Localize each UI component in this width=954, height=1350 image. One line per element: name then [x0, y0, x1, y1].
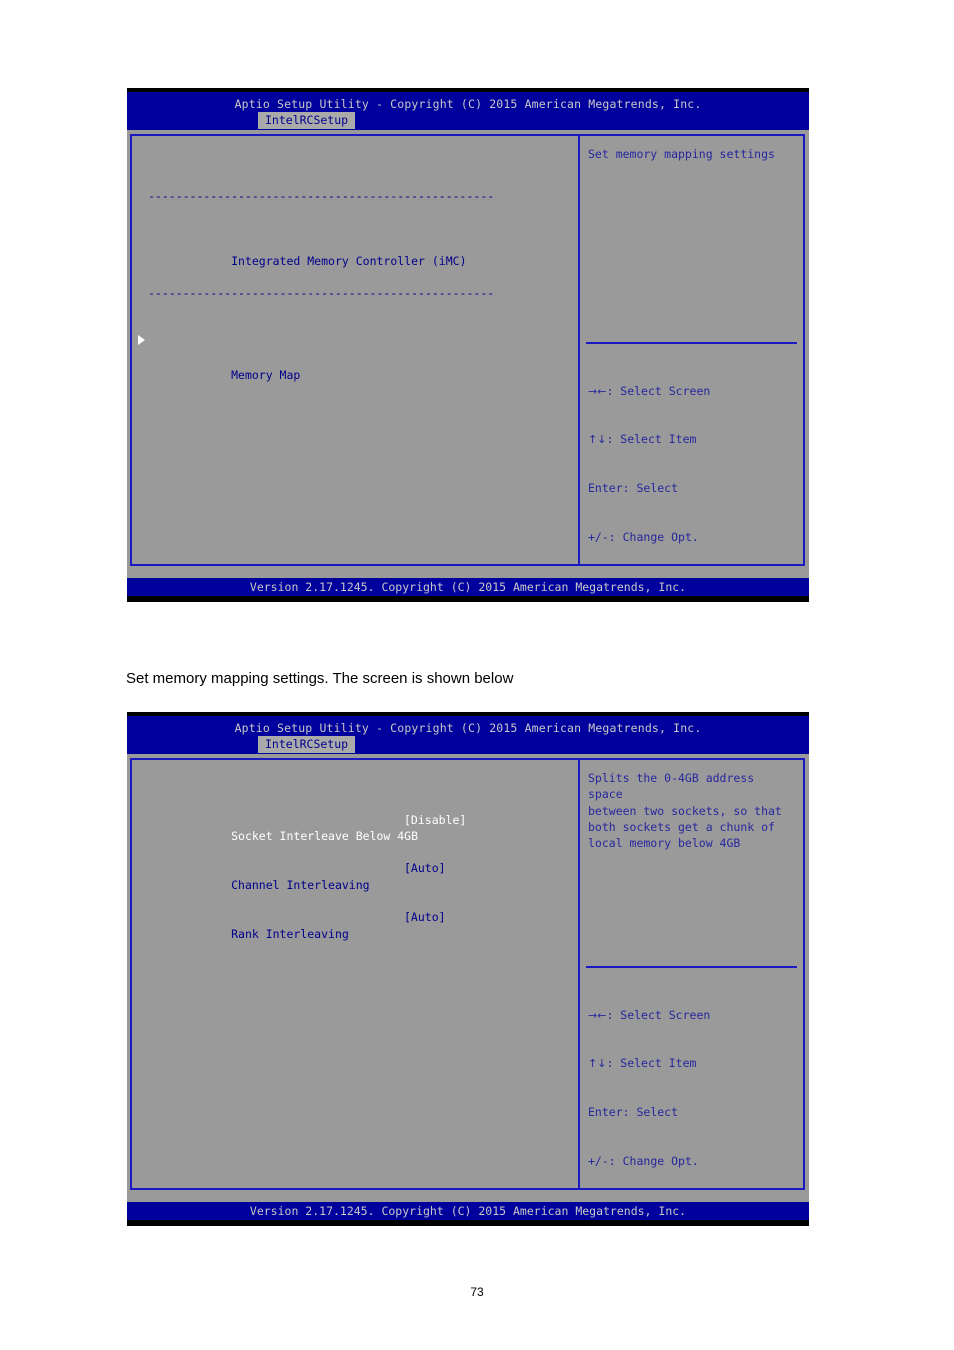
legend-select-screen-2: →←: Select Screen: [588, 1007, 740, 1023]
screen2-panel-frame: Socket Interleave Below 4GB [Disable] Ch…: [130, 758, 805, 1190]
screen2-left-panel: Socket Interleave Below 4GB [Disable] Ch…: [132, 760, 580, 1188]
arrow-updown-icon-2: ↑↓: [588, 1057, 607, 1071]
screen2-title: Aptio Setup Utility - Copyright (C) 2015…: [234, 721, 702, 735]
legend-select-item-2: ↑↓: Select Item: [588, 1055, 740, 1071]
screen2-header: Aptio Setup Utility - Copyright (C) 2015…: [127, 716, 809, 754]
screen2-key-legend: →←: Select Screen ↑↓: Select Item Enter:…: [588, 974, 740, 1188]
legend-enter: Enter: Select: [588, 480, 740, 496]
screen2-footer: Version 2.17.1245. Copyright (C) 2015 Am…: [127, 1202, 809, 1220]
arrow-updown-icon: ↑↓: [588, 433, 607, 447]
submenu-arrow-icon: [138, 335, 145, 346]
screen2-tabbar: IntelRCSetup: [127, 736, 809, 753]
legend-changeopt-2: +/-: Change Opt.: [588, 1153, 740, 1169]
screen2-body: Socket Interleave Below 4GB [Disable] Ch…: [127, 754, 809, 1202]
setting-channel-interleaving[interactable]: Channel Interleaving [Auto]: [148, 860, 578, 891]
setting-socket-interleave-below-4gb-label: Socket Interleave Below 4GB: [231, 828, 419, 843]
setting-socket-interleave-below-4gb-value[interactable]: [Disable]: [404, 812, 466, 828]
legend-changeopt-label-2: : Change Opt.: [608, 1154, 699, 1169]
section-title-label: Integrated Memory Controller (iMC): [231, 253, 467, 268]
screen1-panel-frame: ----------------------------------------…: [130, 134, 805, 566]
legend-enter-label: : Select: [622, 481, 679, 496]
screen1-footer: Version 2.17.1245. Copyright (C) 2015 Am…: [127, 578, 809, 596]
screen1-tabbar: IntelRCSetup: [127, 112, 809, 129]
legend-enter-key-2: Enter: [588, 1105, 623, 1120]
screen1-title: Aptio Setup Utility - Copyright (C) 2015…: [234, 97, 702, 111]
screen2-option-list: Socket Interleave Below 4GB [Disable] Ch…: [132, 760, 578, 958]
screen1-body: ----------------------------------------…: [127, 130, 809, 578]
legend-enter-key: Enter: [588, 481, 623, 496]
tab-intelrcsetup-2[interactable]: IntelRCSetup: [258, 736, 356, 753]
screen1-help-text: Set memory mapping settings: [588, 147, 775, 161]
legend-changeopt: +/-: Change Opt.: [588, 529, 740, 545]
screen1-help-divider: [586, 342, 797, 344]
screen1-header: Aptio Setup Utility - Copyright (C) 2015…: [127, 92, 809, 130]
screen2-bottom-black-bar: [127, 1220, 809, 1226]
rule-top: ----------------------------------------…: [148, 188, 495, 203]
screen2-help-panel: Splits the 0-4GB address space between t…: [580, 760, 803, 1188]
screen1-option-list: ----------------------------------------…: [132, 136, 578, 383]
arrow-leftright-icon: →←: [588, 384, 607, 398]
legend-select-screen: →←: Select Screen: [588, 383, 740, 399]
setting-rank-interleaving-value[interactable]: [Auto]: [404, 909, 446, 925]
page-number: 73: [470, 1285, 484, 1299]
arrow-leftright-icon-2: →←: [588, 1008, 607, 1022]
legend-enter-2: Enter: Select: [588, 1104, 740, 1120]
legend-changeopt-key: +/-: [588, 530, 609, 545]
screen1-bottom-black-bar: [127, 596, 809, 602]
screen1-left-panel: ----------------------------------------…: [132, 136, 580, 564]
legend-select-item-label: : Select Item: [606, 432, 697, 447]
bios-screenshot-memory-map: Aptio Setup Utility - Copyright (C) 2015…: [127, 712, 809, 1226]
legend-select-screen-label: : Select Screen: [606, 383, 711, 398]
bios-screenshot-imc: Aptio Setup Utility - Copyright (C) 2015…: [127, 88, 809, 602]
setting-socket-interleave-below-4gb[interactable]: Socket Interleave Below 4GB [Disable]: [148, 812, 578, 843]
legend-select-screen-label-2: : Select Screen: [606, 1007, 711, 1022]
screen1-help-panel: Set memory mapping settings →←: Select S…: [580, 136, 803, 564]
caption-text: Set memory mapping settings. The screen …: [126, 670, 514, 687]
menu-item-memory-map[interactable]: Memory Map: [138, 334, 578, 382]
legend-changeopt-label: : Change Opt.: [608, 530, 699, 545]
legend-select-item: ↑↓: Select Item: [588, 431, 740, 447]
setting-channel-interleaving-value[interactable]: [Auto]: [404, 860, 446, 876]
rule-bottom: ----------------------------------------…: [148, 286, 495, 301]
screen2-help-divider: [586, 966, 797, 968]
setting-rank-interleaving[interactable]: Rank Interleaving [Auto]: [148, 909, 578, 940]
screen1-key-legend: →←: Select Screen ↑↓: Select Item Enter:…: [588, 350, 740, 564]
section-title-imc: Integrated Memory Controller (iMC): [148, 236, 578, 268]
legend-changeopt-key-2: +/-: [588, 1154, 609, 1169]
legend-enter-label-2: : Select: [622, 1105, 679, 1120]
menu-item-memory-map-label: Memory Map: [231, 367, 301, 382]
screen2-help-text: Splits the 0-4GB address space between t…: [588, 771, 782, 851]
setting-channel-interleaving-label: Channel Interleaving: [231, 877, 370, 892]
tab-intelrcsetup[interactable]: IntelRCSetup: [258, 112, 356, 129]
legend-select-item-label-2: : Select Item: [606, 1056, 697, 1071]
setting-rank-interleaving-label: Rank Interleaving: [231, 926, 349, 941]
